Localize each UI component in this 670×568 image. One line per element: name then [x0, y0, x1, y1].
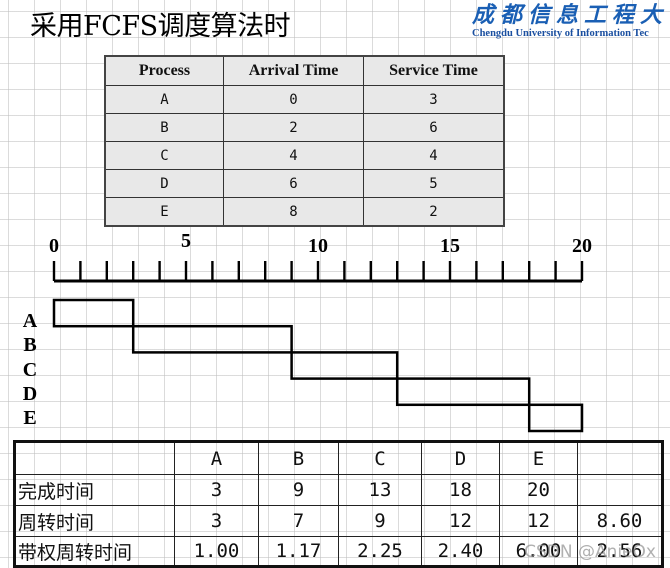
value-cell: 2.25 — [338, 536, 422, 567]
process-row-label: E — [23, 407, 36, 429]
time-ruler — [52, 261, 584, 283]
time-tick-label: 15 — [440, 235, 460, 257]
row-label: 周转时间 — [14, 505, 175, 537]
time-tick-label: 5 — [181, 230, 191, 252]
value-cell: 18 — [421, 474, 500, 506]
header-process-e: E — [499, 441, 578, 475]
time-tick-label: 0 — [49, 235, 59, 257]
gantt-chart: 0 5 10 15 20 ABCDE — [23, 230, 592, 433]
row-label: 完成时间 — [14, 474, 175, 506]
value-cell: 1.00 — [174, 536, 259, 567]
gantt-bar-a — [52, 298, 135, 328]
row-label: 带权周转时间 — [14, 536, 175, 567]
value-cell: 3 — [174, 505, 259, 537]
header-process-a: A — [174, 441, 259, 475]
gantt-bar-d — [395, 377, 531, 407]
value-cell: 9 — [258, 474, 339, 506]
time-tick-label: 20 — [572, 235, 592, 257]
value-cell: 1.17 — [258, 536, 339, 567]
header-process-c: C — [338, 441, 422, 475]
value-cell: 13 — [338, 474, 422, 506]
row-completion-time: 完成时间 3 9 13 18 20 — [14, 474, 663, 506]
header-blank — [14, 441, 175, 475]
process-row-label: B — [23, 334, 36, 356]
result-table-header: A B C D E — [14, 441, 663, 475]
time-tick-labels: 0 5 10 15 20 — [49, 230, 592, 257]
gantt-bars — [52, 298, 584, 433]
gantt-bar-b — [131, 324, 293, 354]
process-row-labels: ABCDE — [23, 310, 38, 429]
row-turnaround-time: 周转时间 3 7 9 12 12 8.60 — [14, 505, 663, 537]
value-cell: 9 — [338, 505, 422, 537]
time-tick-label: 10 — [308, 235, 328, 257]
process-row-label: D — [23, 383, 37, 405]
process-row-label: A — [23, 310, 38, 332]
value-cell: 20 — [499, 474, 578, 506]
header-process-d: D — [421, 441, 500, 475]
process-row-label: C — [23, 359, 37, 381]
gantt-bar-c — [290, 351, 399, 380]
average-turnaround-cell: 8.60 — [577, 505, 663, 537]
value-cell: 12 — [499, 505, 578, 537]
header-process-b: B — [258, 441, 339, 475]
value-cell: 7 — [258, 505, 339, 537]
gantt-bar-e — [527, 403, 584, 433]
value-cell: 12 — [421, 505, 500, 537]
summary-cell — [577, 474, 663, 506]
value-cell: 3 — [174, 474, 259, 506]
value-cell: 2.40 — [421, 536, 500, 567]
watermark: CSDN @AnieOx — [524, 542, 656, 562]
header-average — [577, 441, 663, 475]
